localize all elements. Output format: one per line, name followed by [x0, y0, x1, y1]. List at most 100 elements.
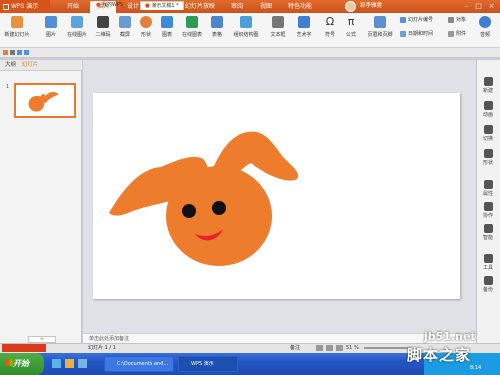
qrcode-button[interactable]: 二维码 [92, 15, 114, 45]
task-smart[interactable]: 智能 [476, 222, 500, 246]
status-logo-badge [2, 344, 46, 352]
zoom-slider[interactable] [364, 347, 412, 349]
audio-button[interactable]: 音频 [474, 15, 496, 45]
start-label: 开始 [13, 359, 29, 368]
quick-launch-bar[interactable] [50, 357, 100, 371]
folder-icon[interactable] [65, 359, 74, 368]
attachment-button[interactable]: 附件 [448, 30, 466, 39]
animation-icon [483, 101, 493, 110]
shape-icon [140, 16, 152, 28]
app-menu-button[interactable]: WPS 演示 [0, 0, 50, 13]
task-collaborate[interactable]: 协作 [476, 200, 500, 224]
picture-button[interactable]: 图片 [40, 15, 62, 45]
slide-thumbnail[interactable] [14, 83, 76, 118]
new-icon [483, 77, 493, 86]
print-icon[interactable] [10, 50, 15, 55]
right-eye [212, 201, 226, 215]
smart-icon [483, 224, 493, 233]
textbox-icon [272, 16, 284, 28]
object-icon [448, 16, 454, 23]
undo-icon[interactable] [17, 50, 22, 55]
slides-tab[interactable]: 幻灯片 [22, 62, 39, 68]
tab-features[interactable]: 特色功能 [283, 1, 317, 13]
chart-button[interactable]: 图表 [157, 15, 177, 45]
table-button[interactable]: 表格 [207, 15, 227, 45]
quick-access-toolbar[interactable] [3, 50, 63, 57]
new-slide-button[interactable]: 新建幻灯片 [2, 15, 32, 45]
chart-icon [161, 16, 173, 28]
redo-icon[interactable] [24, 50, 29, 55]
shape-button[interactable]: 形状 [136, 15, 156, 45]
outline-tab[interactable]: 大纲 [5, 62, 16, 68]
normal-view-icon[interactable] [316, 345, 323, 351]
user-name[interactable]: 和李雅雯 [360, 0, 382, 13]
org-chart-button[interactable]: 组织结构图 [229, 15, 263, 45]
wordart-icon [298, 16, 310, 28]
tab-my-wps[interactable]: ● 我的WPS [92, 1, 127, 10]
ie-icon[interactable] [52, 359, 61, 368]
header-footer-button[interactable]: 页眉和页脚 [364, 15, 396, 45]
maximize-icon[interactable]: □ [474, 2, 483, 10]
notes-toggle[interactable]: 备注 [290, 344, 300, 352]
backup-icon [483, 276, 493, 285]
task-shape[interactable]: 形状 [476, 147, 500, 171]
slide-number-button[interactable]: 幻灯片编号 [400, 16, 433, 25]
thumbnail-character-image [28, 92, 59, 112]
zoom-level[interactable]: 51 % [346, 344, 359, 352]
task-backup[interactable]: 备份 [476, 274, 500, 298]
head [166, 166, 272, 266]
desktop-icon[interactable] [78, 359, 87, 368]
task-tools[interactable]: 工具 [476, 252, 500, 276]
save-icon[interactable] [3, 50, 8, 55]
online-chart-button[interactable]: 在线图表 [178, 15, 206, 45]
reading-view-icon[interactable] [336, 345, 343, 351]
task-properties[interactable]: 属性 [476, 178, 500, 202]
header-footer-icon [374, 16, 386, 28]
table-icon [211, 16, 223, 28]
attachment-icon [448, 30, 454, 37]
avatar[interactable] [345, 1, 356, 12]
formula-button[interactable]: π 公式 [341, 15, 361, 45]
task-new[interactable]: 新建 [476, 75, 500, 99]
tab-review[interactable]: 审阅 [224, 1, 250, 13]
slide[interactable] [93, 93, 460, 299]
character-image[interactable] [93, 93, 460, 299]
transition-icon [483, 125, 493, 134]
collaborate-icon [483, 202, 493, 211]
omega-icon: Ω [325, 15, 335, 28]
notes-field[interactable]: 单击此处添加备注 [83, 333, 476, 343]
textbox-button[interactable]: 文本框 [266, 15, 290, 45]
online-picture-button[interactable]: 在线图片 [64, 15, 90, 45]
wps-logo-icon [3, 3, 9, 10]
left-eye [182, 204, 196, 218]
properties-icon [483, 180, 493, 189]
shape-panel-icon [483, 149, 493, 158]
qrcode-icon [97, 16, 109, 28]
windows-logo-icon [6, 359, 13, 366]
slide-number-icon [400, 16, 406, 23]
task-transition[interactable]: 切换 [476, 123, 500, 147]
date-time-button[interactable]: 日期和时间 [400, 30, 433, 39]
add-slide-button[interactable]: + [28, 336, 56, 343]
tab-home[interactable]: 开始 [60, 1, 86, 13]
tray-clock: 8:14 [470, 365, 482, 371]
watermark-name: 脚本之家 [407, 346, 472, 364]
sorter-view-icon[interactable] [326, 345, 333, 351]
tab-document[interactable]: ■ 演示文稿1 * [140, 1, 184, 10]
object-button[interactable]: 对象 [448, 16, 466, 25]
close-icon[interactable]: × [487, 2, 496, 10]
taskbar-wps[interactable]: WPS 演示 [178, 356, 238, 372]
pi-icon: π [347, 15, 355, 28]
slide-count: 幻灯片 1 / 1 [88, 345, 116, 351]
slide-number: 1 [6, 84, 10, 90]
symbol-button[interactable]: Ω 符号 [320, 15, 340, 45]
taskbar-explorer[interactable]: C:\Documents and... [104, 356, 174, 372]
tab-slideshow[interactable]: 幻灯片放映 [180, 1, 220, 13]
date-time-icon [400, 30, 406, 37]
tab-view[interactable]: 视图 [253, 1, 279, 13]
task-animation[interactable]: 动画 [476, 99, 500, 123]
wordart-button[interactable]: 艺术字 [292, 15, 316, 45]
minimize-icon[interactable]: – [462, 2, 471, 10]
screenshot-button[interactable]: 截屏 [115, 15, 135, 45]
online-picture-icon [71, 16, 83, 28]
